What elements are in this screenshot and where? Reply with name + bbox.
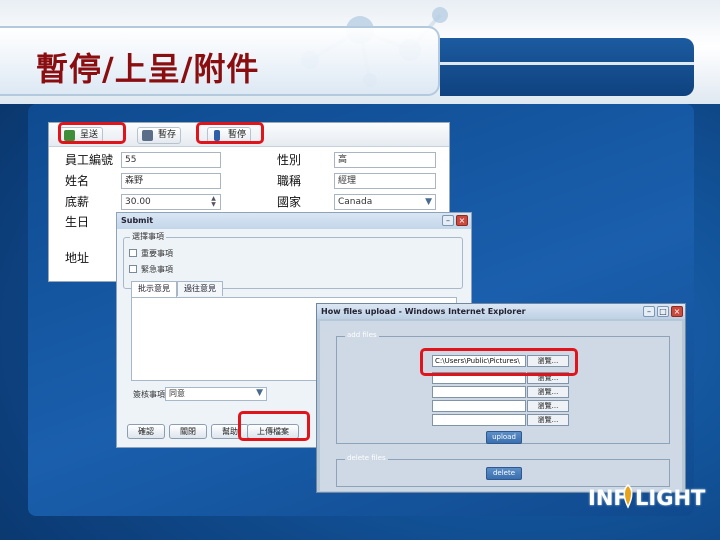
chevron-down-icon: ▼ xyxy=(425,197,432,207)
submit-dialog-titlebar: Submit xyxy=(117,213,471,229)
close-button[interactable]: 關閉 xyxy=(169,424,207,439)
country-select[interactable]: Canada ▼ xyxy=(334,194,436,210)
urgent-checkbox-label: 緊急事項 xyxy=(141,265,173,274)
salary-stepper[interactable]: 30.00 ▲ ▼ xyxy=(121,194,221,210)
highlight-pause xyxy=(196,122,264,144)
save-icon xyxy=(142,130,153,141)
highlight-file-path xyxy=(420,348,578,376)
urgent-checkbox[interactable] xyxy=(129,265,137,273)
salary-value: 30.00 xyxy=(125,197,151,207)
title-accent-line xyxy=(440,62,694,65)
file-input-5[interactable] xyxy=(432,414,526,426)
highlight-submit xyxy=(58,122,126,144)
title-accent-bar xyxy=(440,38,694,96)
logo-mark-icon xyxy=(623,484,633,509)
name-label: 姓名 xyxy=(65,174,90,188)
spinner-arrows-icon[interactable]: ▲ ▼ xyxy=(208,196,219,208)
delete-files-title: delete files xyxy=(345,454,388,462)
gender-label: 性別 xyxy=(277,153,302,167)
employee-no-label: 員工編號 xyxy=(65,153,114,167)
upload-button[interactable]: upload xyxy=(486,431,522,444)
country-value: Canada xyxy=(338,197,373,207)
file-input-3[interactable] xyxy=(432,386,526,398)
address-label: 地址 xyxy=(65,251,90,265)
save-draft-button[interactable]: 暫存 xyxy=(137,127,182,144)
browse-button[interactable]: 瀏覽... xyxy=(527,414,569,426)
confirm-button[interactable]: 確認 xyxy=(127,424,165,439)
name-field[interactable]: 森野 xyxy=(121,173,221,189)
ie-titlebar: How files upload - Windows Internet Expl… xyxy=(317,304,685,319)
gender-field[interactable]: 高 xyxy=(334,152,436,168)
job-title-field[interactable]: 經理 xyxy=(334,173,436,189)
chevron-down-icon: ▼ xyxy=(256,388,263,398)
country-label: 國家 xyxy=(277,195,302,209)
salary-label: 底薪 xyxy=(65,195,90,209)
browse-button[interactable]: 瀏覽... xyxy=(527,400,569,412)
browse-button[interactable]: 瀏覽... xyxy=(527,386,569,398)
delete-button[interactable]: delete xyxy=(486,467,522,480)
tab-history[interactable]: 過往意見 xyxy=(177,281,223,296)
important-checkbox[interactable] xyxy=(129,249,137,257)
close-icon[interactable]: × xyxy=(456,215,468,226)
job-title-label: 職稱 xyxy=(277,174,302,188)
signature-select[interactable]: 同意 ▼ xyxy=(165,387,267,401)
submit-dialog-title: Submit xyxy=(121,216,154,225)
save-draft-label: 暫存 xyxy=(158,130,177,140)
file-input-4[interactable] xyxy=(432,400,526,412)
ie-content: add files C:\Users\Public\Pictures\ 瀏覽..… xyxy=(320,321,682,491)
minimize-icon[interactable]: – xyxy=(643,306,655,317)
important-checkbox-label: 重要事項 xyxy=(141,249,173,258)
close-icon[interactable]: × xyxy=(671,306,683,317)
signature-label: 簽核事項 xyxy=(133,390,165,399)
minimize-icon[interactable]: – xyxy=(442,215,454,226)
employee-no-field[interactable]: 55 xyxy=(121,152,221,168)
tab-comments[interactable]: 批示意見 xyxy=(131,281,177,297)
file-upload-window: How files upload - Windows Internet Expl… xyxy=(316,303,686,493)
options-group-title: 選擇事項 xyxy=(130,231,166,242)
highlight-upload-files xyxy=(238,411,310,441)
infolight-logo: INF LIGHT xyxy=(588,486,706,510)
add-files-title: add files xyxy=(345,331,379,339)
ie-window-title: How files upload - Windows Internet Expl… xyxy=(321,307,526,316)
maximize-icon[interactable]: □ xyxy=(657,306,669,317)
birthday-label: 生日 xyxy=(65,215,90,229)
signature-value: 同意 xyxy=(169,389,185,398)
slide-title: 暫停/上呈/附件 xyxy=(36,50,260,88)
